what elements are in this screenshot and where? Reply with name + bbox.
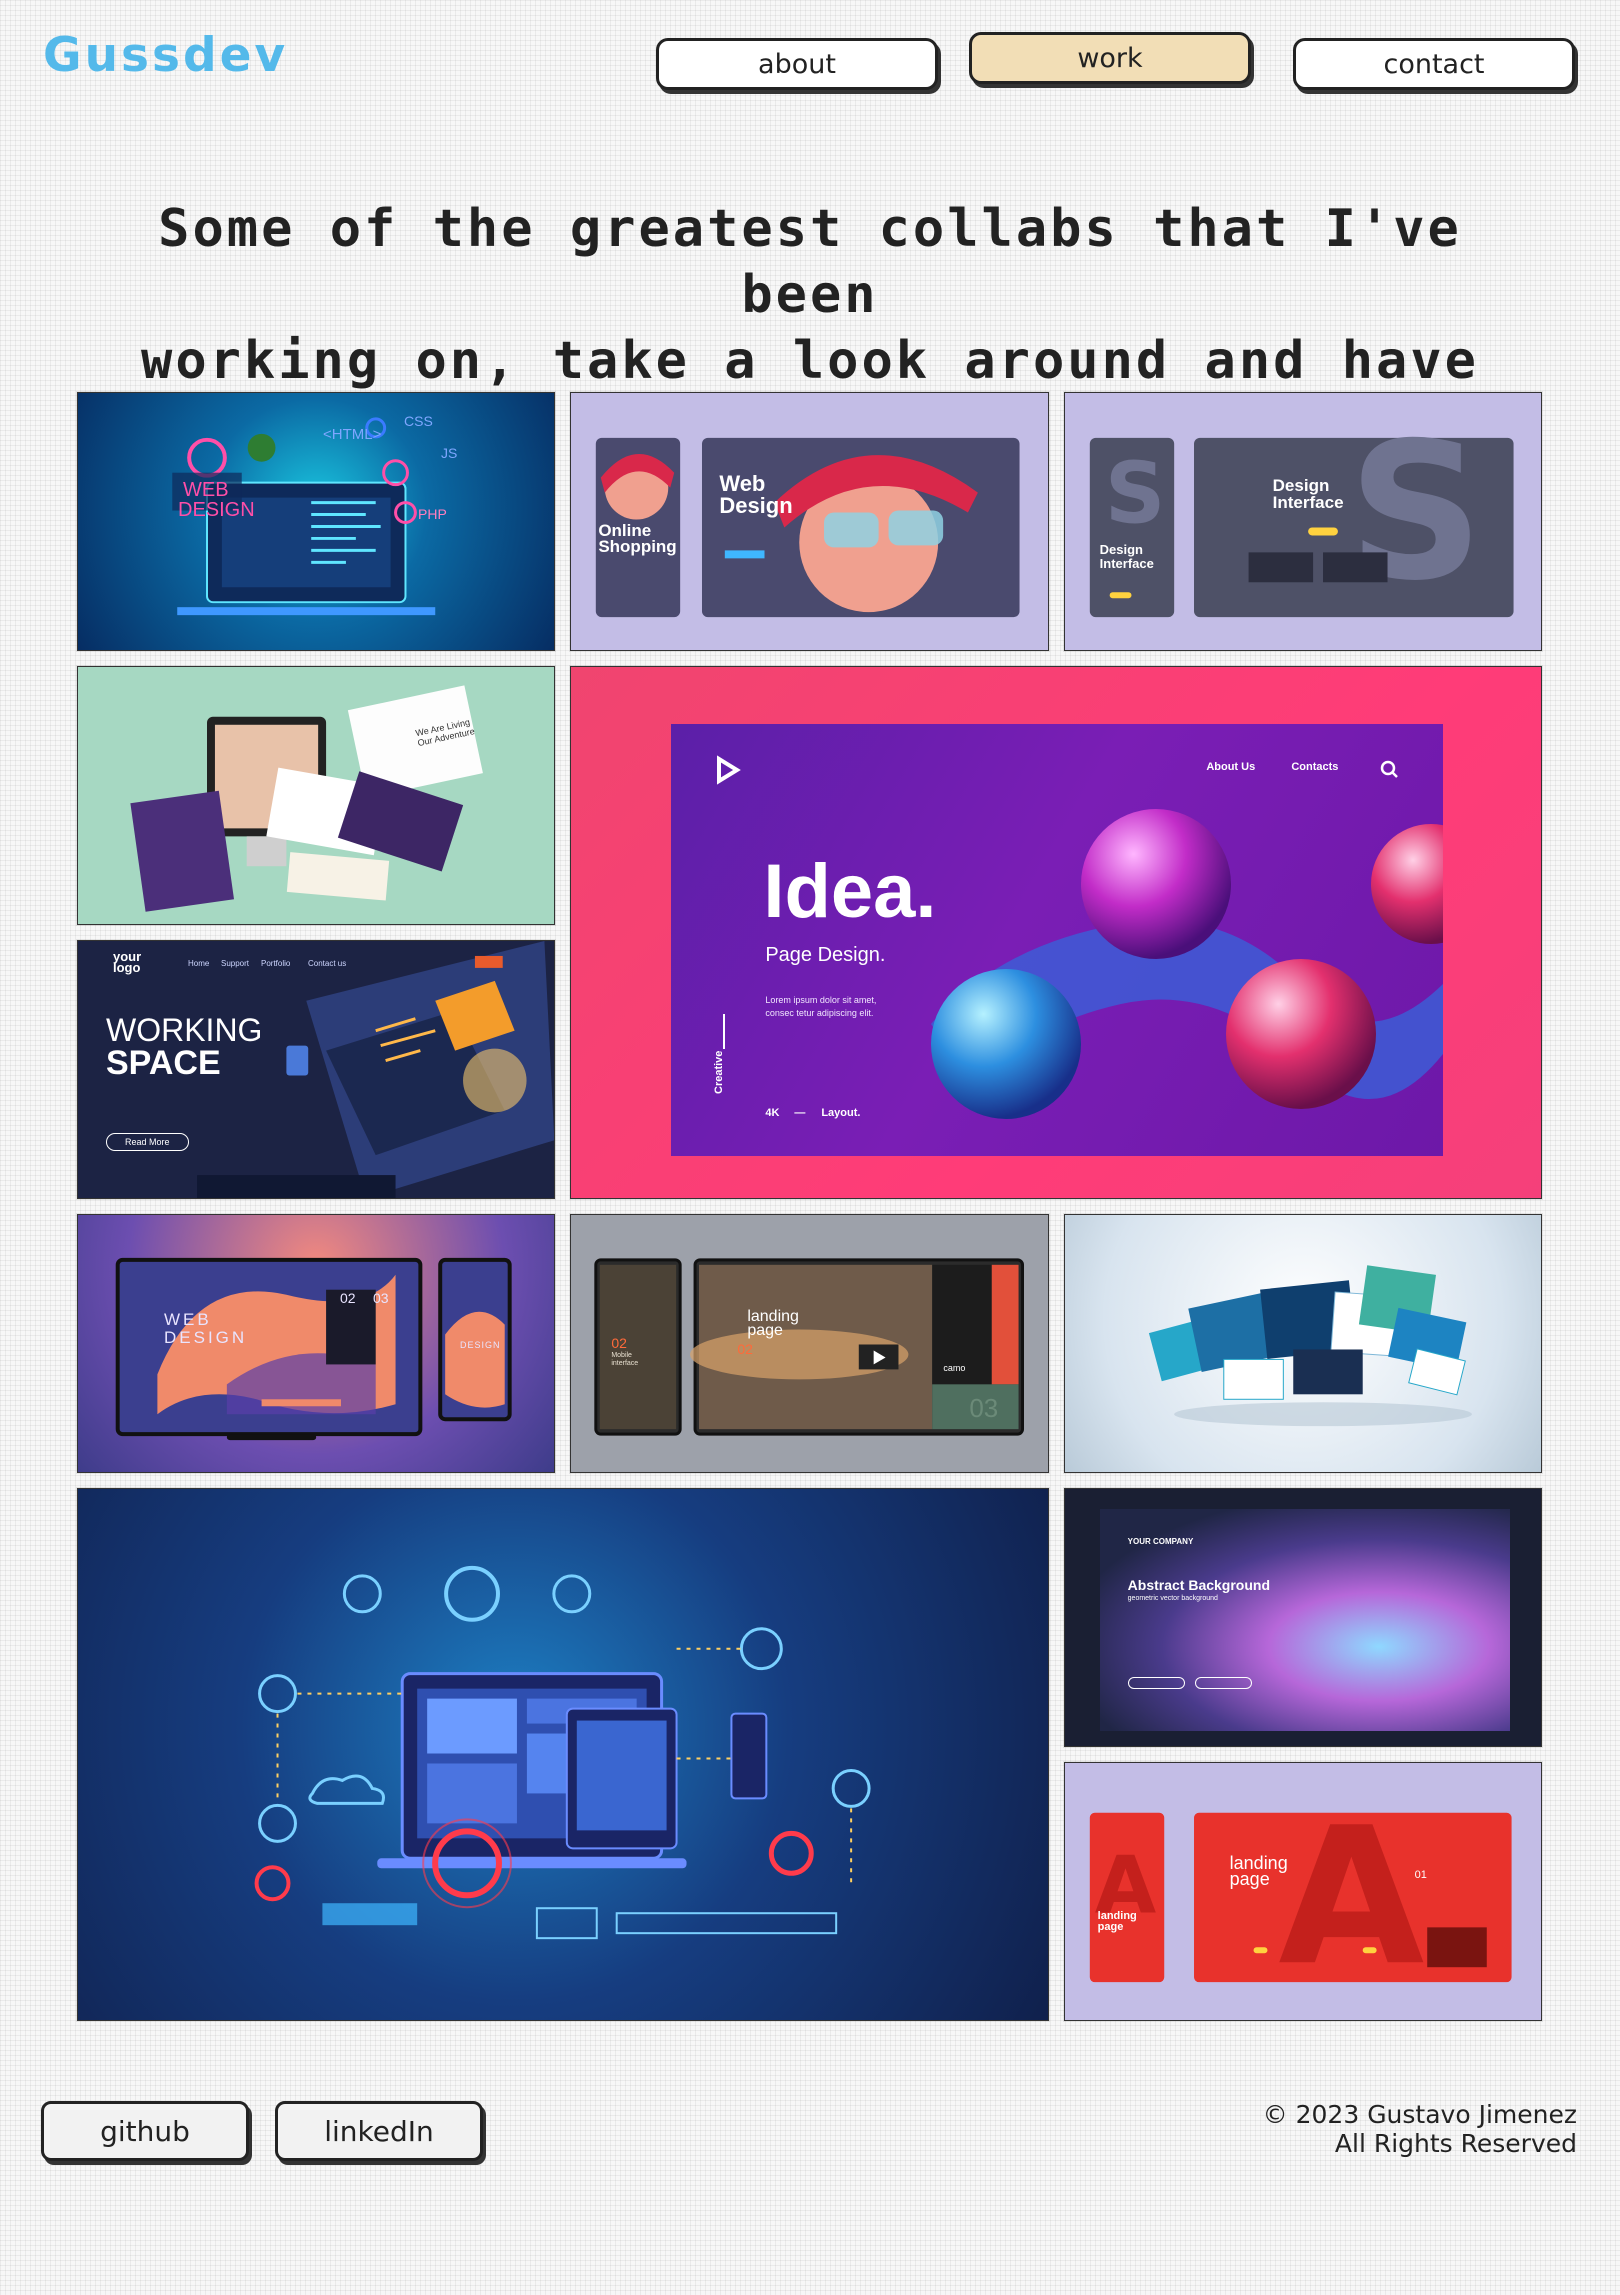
3d-screens-illustration (1148, 1265, 1472, 1427)
idea-layout: Layout. (821, 1107, 861, 1119)
design-interface-illustration: S S (1089, 402, 1514, 622)
idea-subtitle: Page Design. (765, 944, 886, 966)
idea-title: Idea. (763, 849, 937, 934)
tile-text: JS (441, 445, 458, 461)
portfolio-tile-web-design-gradient[interactable]: WEB DESIGN 02 03 DESIGN (77, 1214, 556, 1473)
nav-about-button[interactable]: about (656, 38, 938, 90)
nav-work-button[interactable]: work (969, 32, 1251, 84)
tile-text: geometric vector background (1127, 1595, 1218, 1602)
portfolio-tile-3d-screens[interactable] (1063, 1214, 1542, 1473)
website-mockups-illustration (130, 685, 483, 912)
tile-text: 02 (737, 1341, 753, 1357)
tile-text: Abstract Background (1127, 1577, 1271, 1593)
tile-text: 01 (1414, 1869, 1427, 1881)
tile-text: Support (221, 959, 250, 968)
tile-text: camo (943, 1363, 966, 1373)
portfolio-tile-working-space[interactable]: your logo Home Support Portfolio Contact… (77, 940, 556, 1199)
tile-text: SPACE (106, 1044, 221, 1082)
tile-text: landing page (1229, 1853, 1288, 1889)
tile-text: Online Shopping (598, 521, 677, 556)
idea-page-spheres (717, 755, 1444, 1119)
tile-text: WEB (164, 1310, 212, 1329)
copyright-line-1: © 2023 Gustavo Jimenez (1262, 2100, 1577, 2129)
nav-contact-button[interactable]: contact (1293, 38, 1575, 90)
tile-text: Contact us (308, 959, 347, 968)
idea-body: Lorem ipsum dolor sit amet, consec tetur… (765, 995, 877, 1018)
tile-text: Design Interface (1272, 476, 1344, 512)
idea-4k: 4K (765, 1107, 780, 1119)
landing-page-illustration (594, 1258, 1025, 1436)
tile-text: WORKING (106, 1012, 263, 1048)
tile-text: 02 (611, 1335, 627, 1351)
read-more-button: Read More (106, 1133, 189, 1151)
portfolio-tile-data-technology[interactable] (77, 1488, 1049, 2021)
idea-nav-about: About Us (1206, 761, 1256, 773)
outline-pill (1127, 1677, 1185, 1689)
tile-text: DESIGN (164, 1328, 248, 1347)
svg-text:A: A (1278, 1787, 1424, 2007)
copyright-line-2: All Rights Reserved (1334, 2129, 1577, 2158)
portfolio-tile-idea-page[interactable]: About Us Contacts Idea. Page Design. Lor… (570, 666, 1542, 1199)
tile-text: Portfolio (261, 959, 291, 968)
tile-text: CSS (404, 413, 433, 429)
copyright: © 2023 Gustavo Jimenez All Rights Reserv… (1263, 2100, 1577, 2158)
tile-text: 02 (340, 1290, 356, 1306)
idea-nav-contacts: Contacts (1291, 761, 1339, 773)
web-design-illustration (172, 417, 436, 616)
portfolio-grid: WEB DESIGN <HTML> CSS JS PHP Online Shop… (77, 392, 1542, 2295)
tile-text: WEB (183, 479, 229, 501)
headline-line-1: Some of the greatest collabs that I've b… (158, 199, 1462, 325)
abstract-background-mockup: YOUR COMPANY Abstract Background geometr… (1099, 1509, 1510, 1731)
landing-page-red-illustration: A A (1089, 1787, 1512, 2007)
tile-text: DESIGN (178, 499, 255, 521)
tile-text: DESIGN (460, 1340, 501, 1350)
site-logo[interactable]: Gussdev (43, 32, 288, 79)
tile-text: 03 (373, 1290, 389, 1306)
portfolio-tile-website-mockups[interactable]: We Are Living Our Adventure (77, 666, 556, 925)
linkedin-button[interactable]: linkedIn (275, 2101, 483, 2161)
tile-text: PHP (418, 506, 447, 522)
tile-text: landing page (747, 1308, 799, 1339)
portfolio-tile-landing-page[interactable]: 02 Mobile interface landing page 02 camo… (570, 1214, 1049, 1473)
tile-text: 03 (969, 1393, 999, 1423)
tile-text: YOUR COMPANY (1127, 1537, 1194, 1546)
tile-text: your logo (113, 949, 142, 975)
outline-pill (1194, 1677, 1252, 1689)
portfolio-tile-landing-page-red[interactable]: A A landing page landing page 01 (1063, 1762, 1542, 2021)
portfolio-tile-design-interface[interactable]: S S Design Interface Design Interface (1063, 392, 1542, 651)
portfolio-tile-online-shopping[interactable]: Online Shopping Web Design (570, 392, 1049, 651)
tile-text: landing page (1097, 1910, 1137, 1933)
idea-dash: — (794, 1107, 806, 1119)
portfolio-tile-abstract-background[interactable]: YOUR COMPANY Abstract Background geometr… (1063, 1488, 1542, 1747)
github-button[interactable]: github (41, 2101, 249, 2161)
tile-text: <HTML> (323, 426, 382, 443)
svg-text:S: S (1104, 444, 1165, 542)
idea-page-mockup: About Us Contacts Idea. Page Design. Lor… (671, 724, 1444, 1156)
tile-text: Mobile interface (611, 1352, 639, 1367)
data-technology-illustration (254, 1565, 871, 1940)
tile-text: Design Interface (1099, 542, 1154, 571)
portfolio-tile-web-design[interactable]: WEB DESIGN <HTML> CSS JS PHP (77, 392, 556, 651)
tile-text: Web Design (719, 471, 793, 518)
tile-text: Home (188, 959, 210, 968)
svg-text:S: S (1347, 402, 1483, 622)
idea-creative: Creative (713, 1050, 726, 1094)
